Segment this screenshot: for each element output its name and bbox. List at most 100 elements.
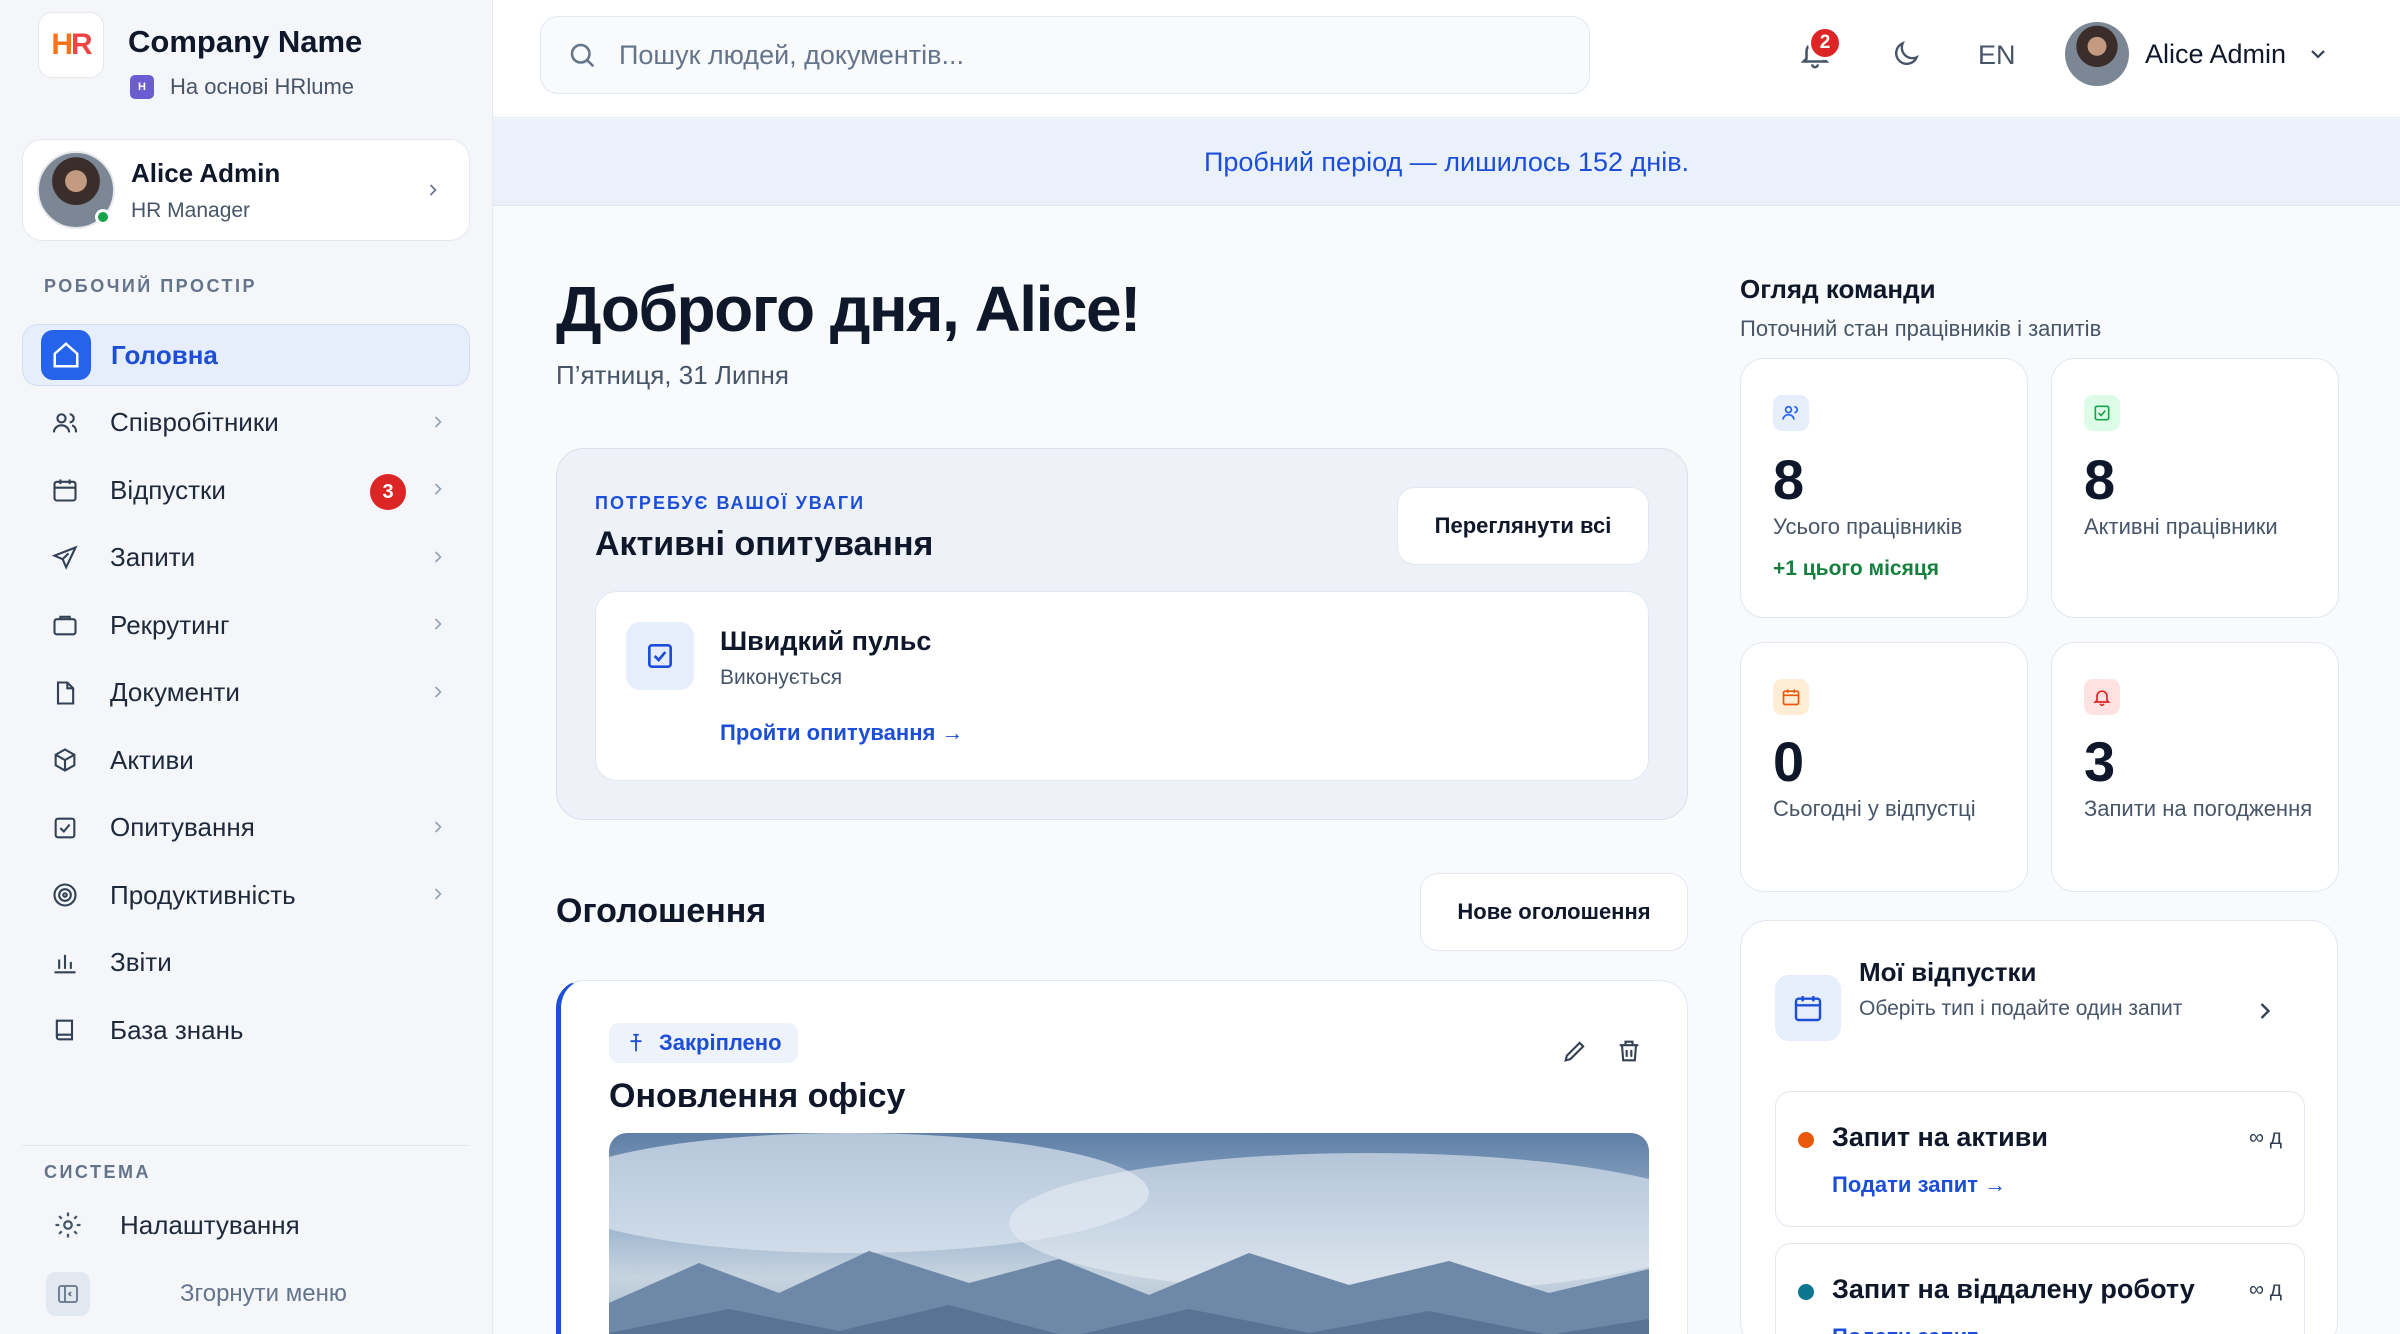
survey-checkbox-icon — [626, 622, 694, 690]
sidebar-item-knowledge-base[interactable]: База знань — [22, 999, 470, 1061]
chevron-right-icon — [434, 820, 442, 833]
my-leave-title: Мої відпустки — [1859, 957, 2037, 987]
stat-label: Усього працівників — [1773, 514, 1963, 539]
sidebar-divider — [22, 1145, 470, 1146]
chevron-right-icon — [434, 415, 442, 428]
pin-icon — [630, 1033, 642, 1052]
survey-card: Швидкий пульс Виконується Пройти опитува… — [595, 591, 1649, 781]
current-date: П’ятниця, 31 Липня — [556, 360, 789, 390]
user-name: Alice Admin — [131, 157, 281, 188]
calendar-icon — [1773, 679, 1809, 715]
delete-trash-icon[interactable] — [1615, 1037, 1643, 1065]
checkbox-icon — [40, 803, 90, 853]
sidebar-item-requests[interactable]: Запити — [22, 527, 470, 589]
user-role: HR Manager — [131, 198, 251, 222]
stat-value: 0 — [1773, 730, 1805, 793]
search-bar[interactable] — [540, 16, 1590, 94]
take-survey-link[interactable]: Пройти опитування → — [720, 720, 963, 746]
status-dot — [1798, 1284, 1814, 1300]
home-icon — [41, 330, 91, 380]
language-switcher[interactable]: EN — [1978, 40, 2016, 71]
bell-icon — [2084, 679, 2120, 715]
request-title: Запит на віддалену роботу — [1832, 1274, 2195, 1304]
search-input[interactable] — [619, 39, 1519, 71]
avatar — [37, 151, 115, 229]
sidebar-item-reports[interactable]: Звіти — [22, 932, 470, 994]
stat-card-on-leave-today[interactable]: 0 Сьогодні у відпустці — [1740, 642, 2028, 892]
user-menu-name: Alice Admin — [2145, 38, 2287, 69]
chevron-right-icon — [434, 550, 442, 563]
chevron-right-icon — [434, 618, 442, 630]
stat-card-active-employees[interactable]: 8 Активні працівники — [2051, 358, 2339, 618]
stat-card-total-employees[interactable]: 8 Усього працівників +1 цього місяця — [1740, 358, 2028, 618]
announcement-image — [609, 1133, 1649, 1334]
stat-label: Активні працівники — [2084, 514, 2278, 539]
dark-mode-toggle-icon[interactable] — [1890, 38, 1922, 70]
announcement-card: Закріплено Оновлення офісу — [556, 980, 1688, 1334]
submit-request-link[interactable]: Подати запит → — [1832, 1172, 2006, 1198]
submit-request-link[interactable]: Подати запит → — [1832, 1324, 2006, 1334]
survey-title: Швидкий пульс — [720, 626, 932, 656]
my-leave-card: Мої відпустки Оберіть тип і подайте один… — [1740, 920, 2338, 1334]
sidebar-item-performance[interactable]: Продуктивність — [22, 864, 470, 926]
request-title: Запит на активи — [1832, 1122, 2048, 1152]
book-icon — [40, 1005, 90, 1055]
company-name: Company Name — [128, 24, 363, 59]
users-icon — [1773, 395, 1809, 431]
page-title: Доброго дня, Alice! — [556, 273, 1141, 345]
request-limit: ∞ д — [2248, 1278, 2282, 1301]
stat-value: 3 — [2084, 730, 2116, 793]
brand[interactable]: HR Company Name H На основі HRlume — [38, 12, 362, 122]
attention-panel: ПОТРЕБУЄ ВАШОЇ УВАГИ Активні опитування … — [556, 448, 1688, 820]
announcement-title: Оновлення офісу — [609, 1077, 906, 1115]
sidebar-item-documents[interactable]: Документи — [22, 662, 470, 724]
box-icon — [40, 735, 90, 785]
calendar-icon — [40, 465, 90, 515]
edit-pencil-icon[interactable] — [1561, 1037, 1589, 1065]
attention-eyebrow: ПОТРЕБУЄ ВАШОЇ УВАГИ — [595, 493, 866, 513]
avatar — [2065, 22, 2129, 86]
sidebar-item-recruiting[interactable]: Рекрутинг — [22, 594, 470, 656]
calendar-icon — [1775, 975, 1841, 1041]
team-overview-subtitle: Поточний стан працівників і запитів — [1740, 316, 2102, 341]
search-icon — [570, 43, 595, 68]
collapse-menu-button[interactable]: Згорнути меню — [46, 1272, 347, 1316]
sidebar-nav: Головна Співробітники Відпустки 3 Запити — [22, 324, 470, 1067]
pinned-badge: Закріплено — [609, 1023, 798, 1063]
target-icon — [40, 870, 90, 920]
send-icon — [40, 533, 90, 583]
vacations-count-badge: 3 — [370, 474, 406, 510]
sidebar-item-assets[interactable]: Активи — [22, 729, 470, 791]
chevron-right-icon — [429, 184, 437, 196]
survey-status: Виконується — [720, 666, 843, 689]
status-dot — [1798, 1132, 1814, 1148]
system-section-label: СИСТЕМА — [44, 1162, 151, 1182]
users-icon — [40, 398, 90, 448]
request-type-remote-work[interactable]: Запит на віддалену роботу ∞ д Подати зап… — [1775, 1243, 2305, 1334]
sidebar-item-settings[interactable]: Налаштування — [46, 1203, 300, 1247]
new-announcement-button[interactable]: Нове оголошення — [1420, 873, 1688, 951]
powered-by: H На основі HRlume — [130, 74, 362, 100]
stat-label: Сьогодні у відпустці — [1773, 796, 1976, 821]
sidebar-item-employees[interactable]: Співробітники — [22, 392, 470, 454]
check-square-icon — [2084, 395, 2120, 431]
stat-value: 8 — [1773, 448, 1805, 511]
chevron-right-icon — [434, 685, 442, 698]
sidebar-item-surveys[interactable]: Опитування — [22, 797, 470, 859]
sidebar-collapse-icon — [46, 1272, 90, 1316]
request-type-assets[interactable]: Запит на активи ∞ д Подати запит → — [1775, 1091, 2305, 1227]
announcements-title: Оголошення — [556, 892, 767, 930]
chevron-right-icon — [434, 483, 442, 495]
sidebar-user-card[interactable]: Alice Admin HR Manager — [22, 139, 470, 241]
sidebar-item-vacations[interactable]: Відпустки 3 — [22, 459, 470, 521]
my-leave-subtitle: Оберіть тип і подайте один запит — [1859, 997, 2183, 1020]
stat-card-pending-approvals[interactable]: 3 Запити на погодження — [2051, 642, 2339, 892]
user-menu[interactable]: Alice Admin — [2065, 22, 2330, 86]
chevron-right-icon[interactable] — [2251, 997, 2279, 1025]
sidebar-item-home[interactable]: Головна — [22, 324, 470, 386]
stat-delta: +1 цього місяця — [1773, 557, 1940, 580]
workspace-section-label: РОБОЧИЙ ПРОСТІР — [44, 276, 257, 296]
view-all-button[interactable]: Переглянути всі — [1397, 487, 1649, 565]
attention-title: Активні опитування — [595, 525, 934, 563]
gear-icon — [46, 1203, 90, 1247]
